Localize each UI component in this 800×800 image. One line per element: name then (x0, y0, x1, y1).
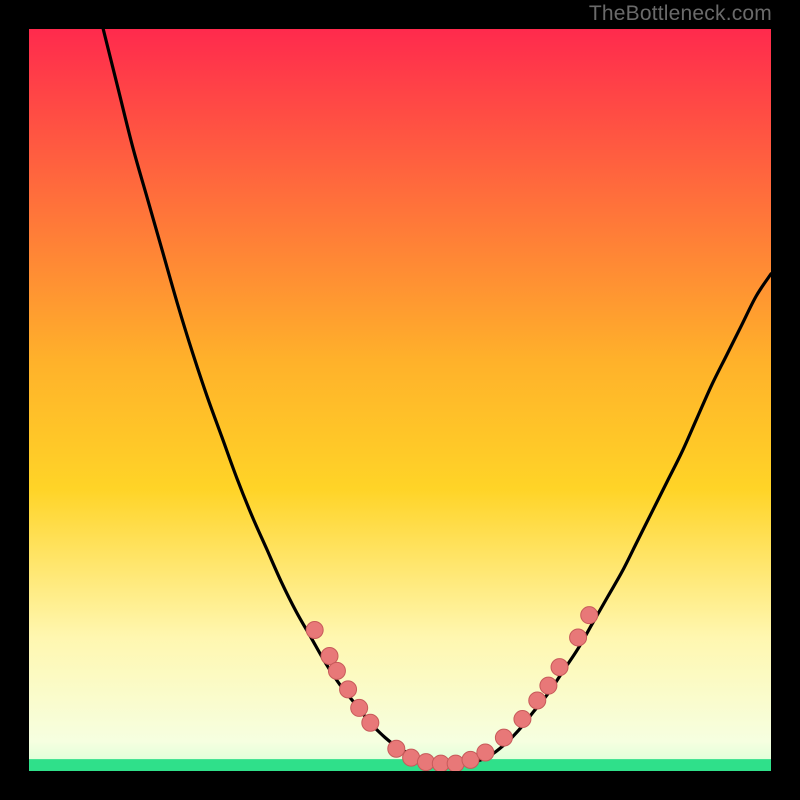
chart-marker (529, 692, 546, 709)
bottom-band (29, 759, 771, 771)
chart-svg (29, 29, 771, 771)
chart-marker (581, 607, 598, 624)
chart-marker (321, 647, 338, 664)
gradient-background (29, 29, 771, 771)
chart-marker (351, 699, 368, 716)
chart-marker (477, 744, 494, 761)
chart-marker (551, 659, 568, 676)
chart-marker (462, 751, 479, 768)
chart-marker (570, 629, 587, 646)
chart-marker (340, 681, 357, 698)
chart-marker (417, 754, 434, 771)
watermark-text: TheBottleneck.com (589, 2, 772, 26)
chart-marker (388, 740, 405, 757)
chart-marker (540, 677, 557, 694)
chart-marker (328, 662, 345, 679)
chart-marker (447, 755, 464, 771)
chart-marker (495, 729, 512, 746)
chart-marker (362, 714, 379, 731)
chart-marker (403, 749, 420, 766)
chart-marker (514, 711, 531, 728)
chart-frame (29, 29, 771, 771)
chart-marker (306, 622, 323, 639)
